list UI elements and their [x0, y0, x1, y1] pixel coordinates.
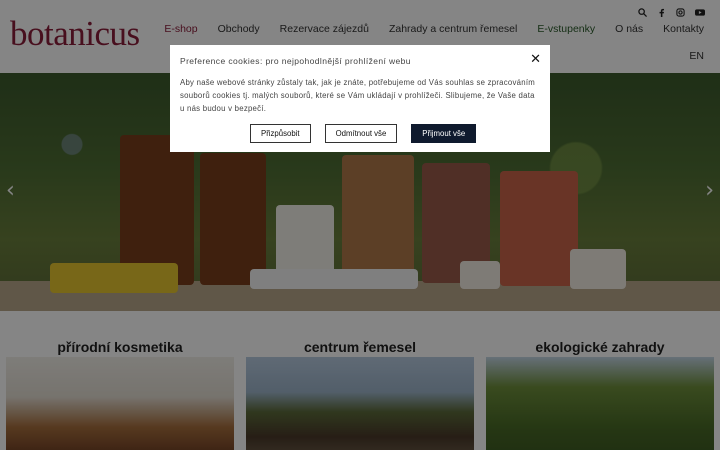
reject-all-button[interactable]: Odmítnout vše [324, 124, 398, 143]
cookie-buttons: Přizpůsobit Odmítnout vše Přijmout vše [250, 124, 477, 143]
cookie-text: Aby naše webové stránky zůstaly tak, jak… [180, 78, 535, 113]
customize-button[interactable]: Přizpůsobit [250, 124, 311, 143]
cookie-dialog: Preference cookies: pro nejpohodlnější p… [170, 45, 550, 152]
close-icon[interactable]: ✕ [530, 52, 541, 67]
accept-all-button[interactable]: Přijmout vše [411, 124, 477, 143]
cookie-title: Preference cookies: pro nejpohodlnější p… [180, 56, 411, 66]
